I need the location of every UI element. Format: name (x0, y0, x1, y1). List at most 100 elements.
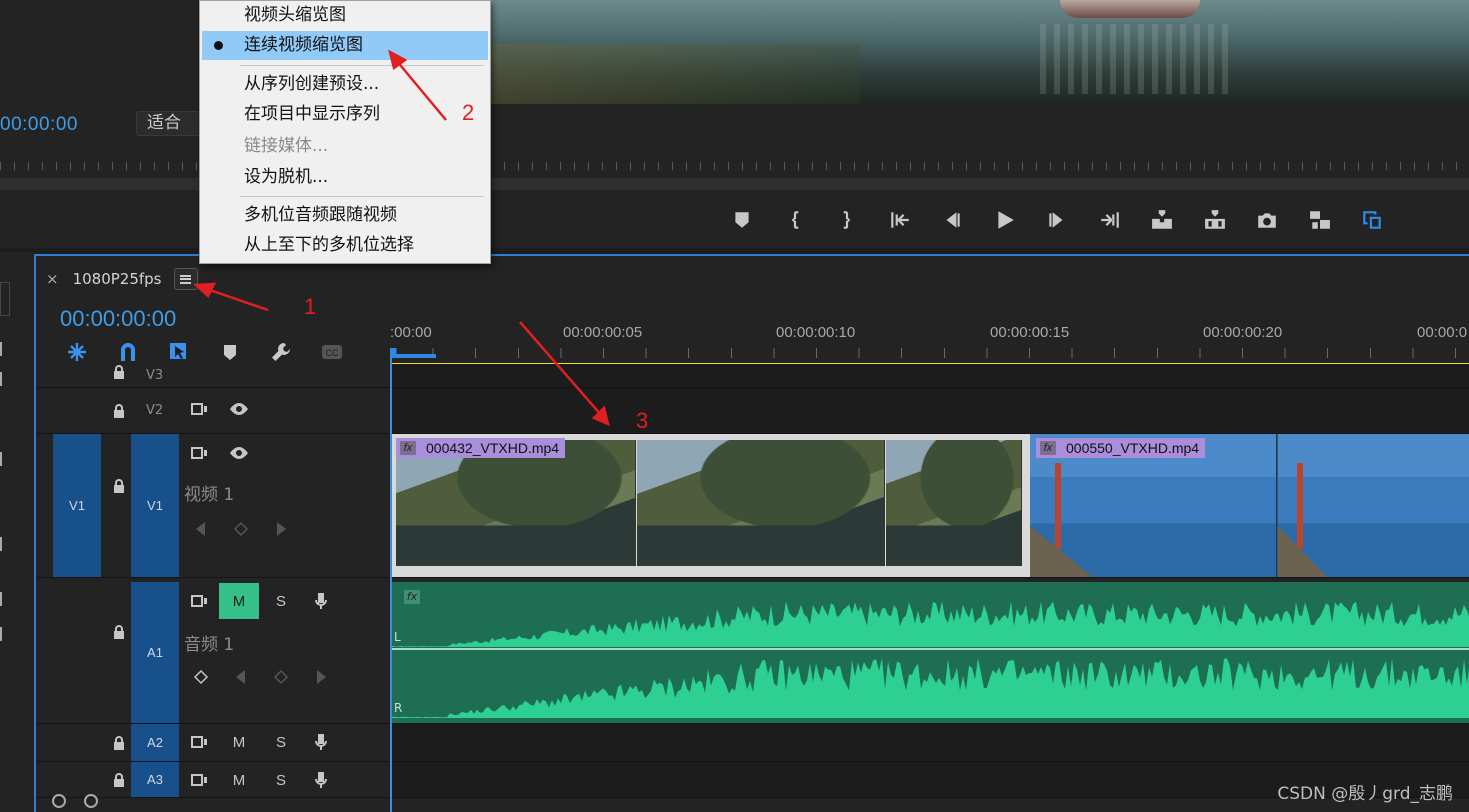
film-icon (191, 736, 207, 748)
sync-lock-button[interactable] (188, 590, 210, 612)
program-video-frame (340, 0, 1469, 104)
menu-item-create-preset-from-sequence[interactable]: 从序列创建预设... (202, 70, 488, 99)
toggle-output-button[interactable] (228, 442, 250, 464)
voice-over-record-button[interactable] (310, 731, 332, 753)
comparison-view-icon (1309, 211, 1330, 229)
video-clip-1[interactable]: fx 000432_VTXHD.mp4 (390, 434, 1030, 577)
keyframe-diamond-icon (193, 669, 209, 685)
zoom-fit-select[interactable]: 适合 (136, 111, 200, 136)
ruler-label: 00:00:00:05 (563, 324, 643, 341)
triangle-right-icon (317, 670, 326, 684)
voice-over-record-button[interactable] (310, 590, 332, 612)
microphone-icon (315, 593, 327, 609)
playhead-line[interactable] (390, 356, 392, 812)
add-marker-button[interactable] (728, 206, 756, 234)
closed-captions-icon: CC (322, 345, 342, 359)
timeline-settings-button[interactable] (266, 340, 296, 364)
lock-icon[interactable] (111, 364, 127, 380)
menu-item-video-head-thumbnails[interactable]: 视频头缩览图 (202, 1, 488, 30)
source-patch-v1[interactable]: V1 (53, 434, 101, 577)
sync-lock-button[interactable] (188, 398, 210, 420)
close-tab-button[interactable]: × (46, 270, 59, 288)
track-target-v1[interactable]: V1 (131, 434, 179, 577)
menu-item-reveal-sequence-in-project[interactable]: 在项目中显示序列 (202, 100, 488, 129)
scroll-handle-right[interactable] (84, 794, 98, 808)
mark-in-icon (791, 211, 798, 229)
voice-over-record-button[interactable] (310, 769, 332, 791)
go-to-out-button[interactable] (1096, 206, 1124, 234)
lane-v1[interactable]: fx 000432_VTXHD.mp4 fx 000550_VTXHD.mp4 (390, 434, 1469, 578)
linked-selection-button[interactable] (164, 340, 194, 364)
sync-lock-button[interactable] (188, 769, 210, 791)
triangle-left-icon (236, 670, 245, 684)
play-button[interactable] (991, 206, 1019, 234)
eye-icon (230, 447, 248, 459)
mark-out-button[interactable] (833, 206, 861, 234)
sequence-tab[interactable]: × 1080P25fps (46, 268, 198, 290)
next-keyframe-button[interactable] (310, 666, 332, 688)
step-back-button[interactable] (938, 206, 966, 234)
clip-thumbnail (396, 440, 636, 566)
mute-button[interactable]: M (219, 583, 259, 619)
watermark: CSDN @殷丿grd_志鹏 (1277, 784, 1453, 804)
solo-button[interactable]: S (270, 590, 292, 612)
comparison-view-button[interactable] (1306, 206, 1334, 234)
lane-v2[interactable] (390, 388, 1469, 434)
multi-camera-button[interactable] (1358, 206, 1386, 234)
snap-button[interactable] (113, 340, 143, 364)
sync-lock-button[interactable] (188, 442, 210, 464)
track-target-a3[interactable]: A3 (131, 762, 179, 797)
solo-button[interactable]: S (270, 731, 292, 753)
menu-item-multicam-audio-follows-video[interactable]: 多机位音频跟随视频 (202, 201, 488, 230)
menu-item-continuous-video-thumbnails[interactable]: 连续视频缩览图 (202, 31, 488, 60)
export-frame-button[interactable] (1253, 206, 1281, 234)
overwrite-button[interactable] (1201, 206, 1229, 234)
menu-item-make-offline[interactable]: 设为脱机... (202, 163, 488, 192)
menu-item-top-down-multicam-selection[interactable]: 从上至下的多机位选择 (202, 231, 488, 260)
captions-button[interactable]: CC (317, 340, 347, 364)
keyframe-type-button[interactable] (190, 666, 212, 688)
add-keyframe-button[interactable] (230, 518, 252, 540)
lock-icon[interactable] (111, 735, 127, 751)
timeline-panel: × 1080P25fps 00:00:00:00 CC :00:00 00:00… (34, 254, 1469, 812)
mute-button[interactable]: M (228, 769, 250, 791)
mute-button[interactable]: M (228, 731, 250, 753)
mark-in-button[interactable] (781, 206, 809, 234)
prev-keyframe-button[interactable] (190, 518, 212, 540)
toggle-output-button[interactable] (228, 398, 250, 420)
ruler-label: 00:00:00:15 (990, 324, 1070, 341)
clip-thumbnail (886, 440, 1022, 566)
insert-icon (1152, 210, 1172, 229)
ruler-label: 00:00:00:20 (1203, 324, 1283, 341)
solo-button[interactable]: S (270, 769, 292, 791)
scroll-handle-left[interactable] (52, 794, 66, 808)
timeline-zoom-scrollbar[interactable] (52, 794, 116, 808)
add-keyframe-button[interactable] (270, 666, 292, 688)
panel-menu-button[interactable] (173, 268, 198, 290)
lane-v3[interactable] (390, 364, 1469, 388)
track-target-a2[interactable]: A2 (131, 724, 179, 761)
timeline-timecode[interactable]: 00:00:00:00 (60, 306, 176, 332)
eye-icon (230, 403, 248, 415)
lane-a2[interactable] (390, 724, 1469, 762)
mark-out-icon (843, 211, 851, 229)
prev-keyframe-button[interactable] (230, 666, 252, 688)
audio-waveform (390, 601, 1469, 718)
sync-lock-button[interactable] (188, 731, 210, 753)
video-clip-2[interactable]: fx 000550_VTXHD.mp4 (1030, 434, 1469, 577)
lane-a1[interactable]: fx L R (390, 582, 1469, 724)
lock-icon[interactable] (111, 624, 127, 640)
lock-icon[interactable] (111, 478, 127, 494)
go-to-in-button[interactable] (886, 206, 914, 234)
track-target-a1[interactable]: A1 (131, 582, 179, 723)
next-keyframe-button[interactable] (270, 518, 292, 540)
insert-button[interactable] (1148, 206, 1176, 234)
step-forward-button[interactable] (1043, 206, 1071, 234)
program-timecode[interactable]: 00:00:00 (0, 114, 78, 136)
lock-icon[interactable] (111, 403, 127, 419)
timeline-ruler[interactable]: :00:00 00:00:00:05 00:00:00:10 00:00:00:… (390, 318, 1469, 362)
add-marker-timeline-button[interactable] (215, 340, 245, 364)
annotation-label-2: 2 (462, 100, 475, 125)
lock-icon[interactable] (111, 772, 127, 788)
nest-toggle-button[interactable] (62, 340, 92, 364)
